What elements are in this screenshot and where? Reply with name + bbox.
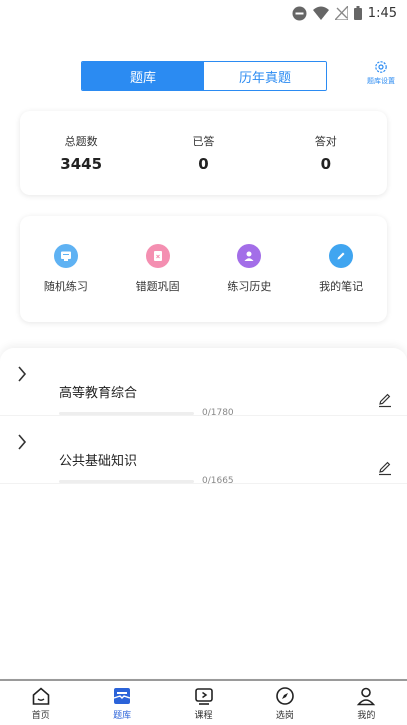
stat-value: 0 [320, 155, 332, 173]
subject-row[interactable]: 高等教育综合 0/1780 [0, 348, 407, 418]
nav-label: 首页 [31, 710, 50, 721]
stat-answered: 已答 0 [142, 111, 264, 195]
subject-row[interactable]: 公共基础知识 0/1665 [0, 416, 407, 486]
nav-label: 课程 [194, 710, 213, 721]
nav-label: 选岗 [275, 710, 294, 721]
top-area: 题库 历年真题 题库设置 总题数 3445 已答 0 答对 0 随机练习 错题巩… [0, 26, 407, 356]
wifi-icon [312, 6, 329, 20]
settings-label: 题库设置 [367, 77, 395, 85]
chevron-right-icon[interactable] [15, 432, 29, 452]
status-bar: 1:45 [0, 0, 407, 26]
tab-switcher: 题库 历年真题 [81, 61, 327, 91]
stat-label: 总题数 [64, 135, 98, 148]
question-bank-icon [113, 687, 131, 704]
home-icon [32, 686, 50, 705]
action-label: 我的笔记 [319, 280, 364, 293]
stat-total: 总题数 3445 [20, 111, 142, 195]
bottom-nav: 首页 题库 课程 选岗 我的 [0, 679, 407, 725]
gear-icon [375, 61, 387, 73]
history-icon [237, 244, 262, 268]
wrong-questions-icon [145, 244, 170, 268]
subjects-sheet: 高等教育综合 0/1780 公共基础知识 0/1665 [0, 348, 407, 678]
battery-icon [353, 6, 362, 20]
do-not-disturb-icon [292, 6, 307, 20]
my-notes-button[interactable]: 我的笔记 [295, 216, 387, 322]
edit-icon[interactable] [377, 460, 393, 476]
tab-past-exams[interactable]: 历年真题 [204, 62, 326, 90]
nav-profile[interactable]: 我的 [326, 681, 407, 725]
subject-progress-bar [59, 412, 194, 415]
status-time: 1:45 [367, 5, 397, 21]
bank-settings-button[interactable]: 题库设置 [362, 60, 400, 86]
stat-label: 已答 [192, 135, 215, 148]
stat-value: 0 [198, 155, 209, 173]
stats-card: 总题数 3445 已答 0 答对 0 [20, 111, 387, 195]
action-label: 练习历史 [227, 280, 272, 293]
nav-job[interactable]: 选岗 [244, 681, 325, 725]
subject-name: 高等教育综合 [59, 386, 138, 401]
profile-icon [357, 687, 376, 705]
nav-label: 我的 [357, 710, 376, 721]
tab-question-bank[interactable]: 题库 [82, 62, 204, 90]
no-signal-icon [334, 6, 348, 20]
stat-correct: 答对 0 [265, 111, 387, 195]
action-label: 随机练习 [43, 280, 88, 293]
subject-name: 公共基础知识 [59, 454, 138, 469]
nav-question-bank[interactable]: 题库 [81, 681, 162, 725]
compass-icon [276, 686, 294, 705]
action-label: 错题巩固 [135, 280, 180, 293]
nav-label: 题库 [113, 710, 132, 721]
stat-label: 答对 [314, 135, 337, 148]
wrong-questions-button[interactable]: 错题巩固 [112, 216, 204, 322]
chevron-right-icon[interactable] [15, 364, 29, 384]
nav-home[interactable]: 首页 [0, 681, 81, 725]
subject-progress-bar [59, 480, 194, 483]
course-icon [194, 687, 213, 705]
edit-icon[interactable] [377, 392, 393, 408]
actions-card: 随机练习 错题巩固 练习历史 我的笔记 [20, 216, 387, 322]
nav-course[interactable]: 课程 [163, 681, 244, 725]
random-practice-button[interactable]: 随机练习 [20, 216, 112, 322]
stat-value: 3445 [60, 155, 103, 173]
random-practice-icon [53, 244, 78, 268]
practice-history-button[interactable]: 练习历史 [204, 216, 296, 322]
notes-icon [329, 244, 354, 268]
subject-progress-count: 0/1665 [202, 476, 234, 486]
